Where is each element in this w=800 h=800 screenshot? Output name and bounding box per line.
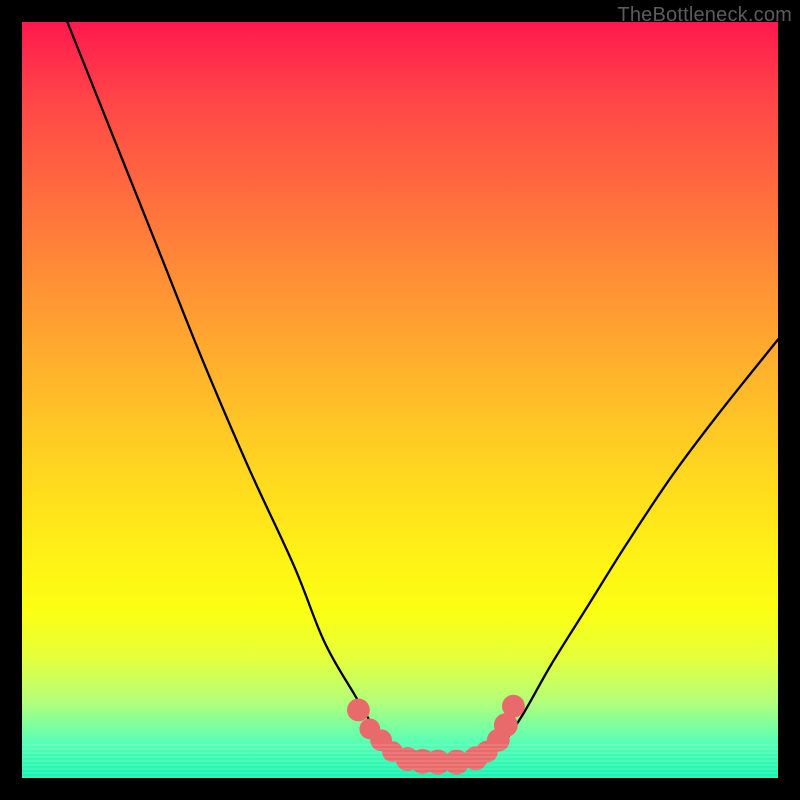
curve-markers xyxy=(347,695,525,775)
attribution-watermark: TheBottleneck.com xyxy=(617,4,792,27)
curve-marker xyxy=(502,695,525,718)
bottleneck-curve-svg xyxy=(22,22,778,778)
chart-plot-area xyxy=(22,22,778,778)
curve-marker xyxy=(347,699,370,722)
curve-left xyxy=(67,22,460,763)
